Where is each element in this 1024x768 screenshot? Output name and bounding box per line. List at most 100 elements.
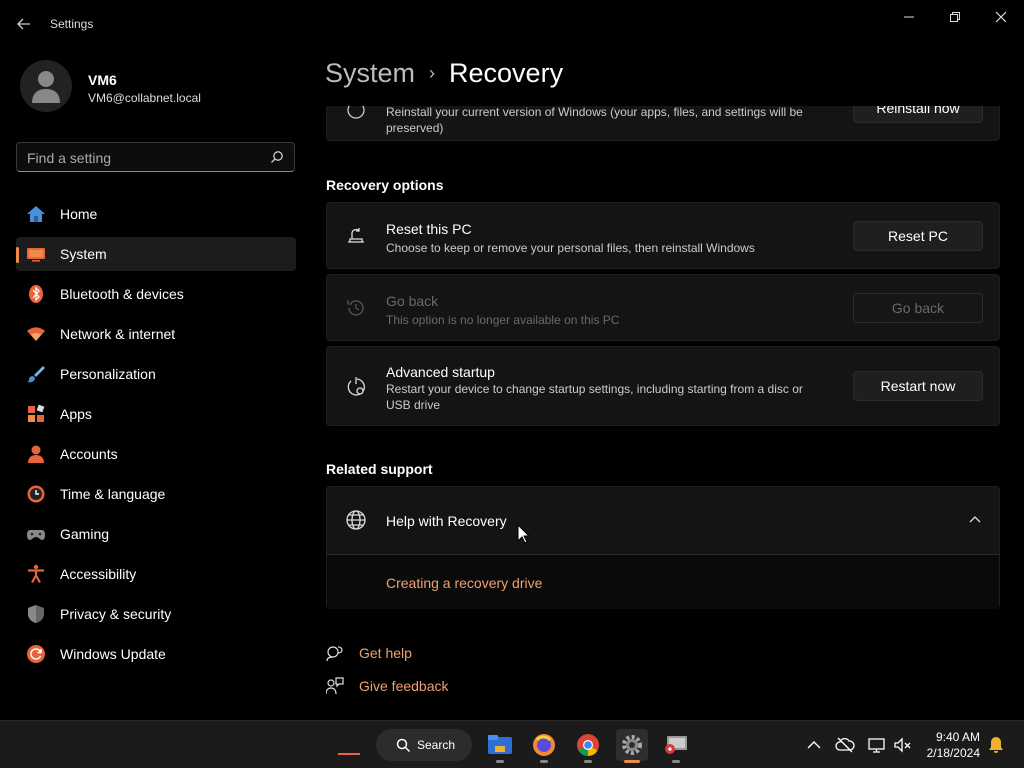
feedback-icon xyxy=(326,677,344,695)
sidebar: VM6 VM6@collabnet.local Home System Blue… xyxy=(0,48,310,720)
running-indicator xyxy=(540,760,548,763)
give-feedback-link[interactable]: Give feedback xyxy=(359,678,449,694)
sidebar-item-home[interactable]: Home xyxy=(16,197,296,231)
help-icon xyxy=(326,646,343,662)
notification-bell-icon[interactable] xyxy=(986,735,1006,755)
sidebar-item-label: Gaming xyxy=(60,526,110,542)
globe-icon xyxy=(346,510,366,530)
restart-now-button[interactable]: Restart now xyxy=(853,371,983,401)
clock[interactable]: 9:40 AM 2/18/2024 xyxy=(927,729,980,761)
reset-pc-title: Reset this PC xyxy=(386,221,472,237)
running-indicator xyxy=(584,760,592,763)
reinstall-now-button[interactable]: Reinstall now xyxy=(853,106,983,123)
help-recovery-expander: Help with Recovery Creating a recovery d… xyxy=(326,486,1000,609)
avatar[interactable] xyxy=(20,60,72,112)
sidebar-item-label: Accessibility xyxy=(60,566,137,582)
monitor-icon xyxy=(665,736,687,754)
sidebar-item-gaming[interactable]: Gaming xyxy=(16,517,296,551)
system-icon xyxy=(27,248,45,262)
taskbar-search-label: Search xyxy=(417,738,456,752)
reset-pc-button[interactable]: Reset PC xyxy=(853,221,983,251)
search-input[interactable] xyxy=(27,150,247,166)
cloud-offline-icon[interactable] xyxy=(835,735,855,755)
search-box[interactable] xyxy=(16,142,295,172)
sidebar-item-privacy[interactable]: Privacy & security xyxy=(16,597,296,631)
sidebar-item-label: Personalization xyxy=(60,366,156,382)
sidebar-item-label: Network & internet xyxy=(60,326,176,342)
help-recovery-title: Help with Recovery xyxy=(386,513,507,529)
recovery-options-heading: Recovery options xyxy=(326,177,444,193)
related-support-heading: Related support xyxy=(326,461,433,477)
sidebar-item-time-language[interactable]: Time & language xyxy=(16,477,296,511)
reset-pc-card: Reset this PC Choose to keep or remove y… xyxy=(326,202,1000,269)
active-indicator xyxy=(16,247,19,263)
search-icon xyxy=(396,738,411,753)
sidebar-item-network[interactable]: Network & internet xyxy=(16,317,296,351)
page-title: Recovery xyxy=(449,58,564,88)
sidebar-item-label: Bluetooth & devices xyxy=(60,286,184,302)
main-content: System › Recovery Reinstall your current… xyxy=(310,48,1024,720)
breadcrumb-parent[interactable]: System xyxy=(325,58,415,89)
back-arrow-icon xyxy=(17,18,30,30)
volume-muted-icon[interactable] xyxy=(892,735,912,755)
widgets-indicator[interactable] xyxy=(338,753,360,755)
mouse-cursor-icon xyxy=(517,524,531,544)
title-bar: Settings xyxy=(0,0,1024,48)
remote-desktop-button[interactable] xyxy=(660,729,692,763)
advanced-startup-title: Advanced startup xyxy=(386,364,495,380)
folder-icon xyxy=(488,735,512,754)
close-button[interactable] xyxy=(978,6,1024,28)
user-name: VM6 xyxy=(88,72,117,88)
sidebar-item-label: Privacy & security xyxy=(60,606,172,622)
running-indicator xyxy=(672,760,680,763)
firefox-icon xyxy=(533,734,555,756)
gear-icon xyxy=(622,735,642,755)
maximize-button[interactable] xyxy=(932,6,978,28)
sidebar-item-windows-update[interactable]: Windows Update xyxy=(16,637,296,671)
sidebar-item-accessibility[interactable]: Accessibility xyxy=(16,557,296,591)
taskbar-search[interactable]: Search xyxy=(376,729,472,761)
accounts-icon xyxy=(28,445,44,463)
bluetooth-icon xyxy=(29,285,43,303)
minimize-button[interactable] xyxy=(886,6,932,28)
apps-icon xyxy=(28,404,45,422)
help-recovery-header[interactable]: Help with Recovery xyxy=(327,487,999,554)
back-button[interactable] xyxy=(12,12,36,36)
get-help-link[interactable]: Get help xyxy=(359,645,412,661)
sidebar-item-personalization[interactable]: Personalization xyxy=(16,357,296,391)
update-icon xyxy=(27,645,45,663)
settings-button[interactable] xyxy=(616,729,648,763)
wifi-icon xyxy=(27,327,45,341)
close-icon xyxy=(995,11,1007,23)
reset-pc-icon xyxy=(348,228,364,243)
sidebar-item-accounts[interactable]: Accounts xyxy=(16,437,296,471)
chrome-button[interactable] xyxy=(572,729,604,763)
sidebar-item-label: Apps xyxy=(60,406,92,422)
clock-time: 9:40 AM xyxy=(935,730,980,744)
file-explorer-button[interactable] xyxy=(484,729,516,763)
accessibility-icon xyxy=(28,564,44,584)
breadcrumb: System › Recovery xyxy=(325,58,563,89)
active-indicator xyxy=(624,760,640,763)
shield-icon xyxy=(28,605,44,623)
creating-recovery-drive-link[interactable]: Creating a recovery drive xyxy=(386,575,542,591)
chevron-up-icon[interactable] xyxy=(804,735,824,755)
sidebar-item-bluetooth[interactable]: Bluetooth & devices xyxy=(16,277,296,311)
advanced-startup-description: Restart your device to change startup se… xyxy=(386,382,803,412)
taskbar: Search 9:40 AM 2/18/2024 xyxy=(0,720,1024,768)
go-back-button: Go back xyxy=(853,293,983,323)
sidebar-item-apps[interactable]: Apps xyxy=(16,397,296,431)
top-card-clip: Reinstall your current version of Window… xyxy=(326,106,1000,142)
firefox-button[interactable] xyxy=(528,729,560,763)
sidebar-item-label: Accounts xyxy=(60,446,118,462)
network-icon[interactable] xyxy=(867,735,887,755)
sidebar-item-label: Windows Update xyxy=(60,646,166,662)
help-recovery-content: Creating a recovery drive xyxy=(327,555,999,609)
sidebar-item-label: System xyxy=(60,246,107,262)
clock-date: 2/18/2024 xyxy=(926,746,980,760)
history-icon xyxy=(347,300,364,316)
advanced-startup-icon xyxy=(347,377,365,396)
sidebar-item-system[interactable]: System xyxy=(16,237,296,271)
chevron-up-icon[interactable] xyxy=(969,515,981,525)
search-icon[interactable] xyxy=(270,150,284,164)
